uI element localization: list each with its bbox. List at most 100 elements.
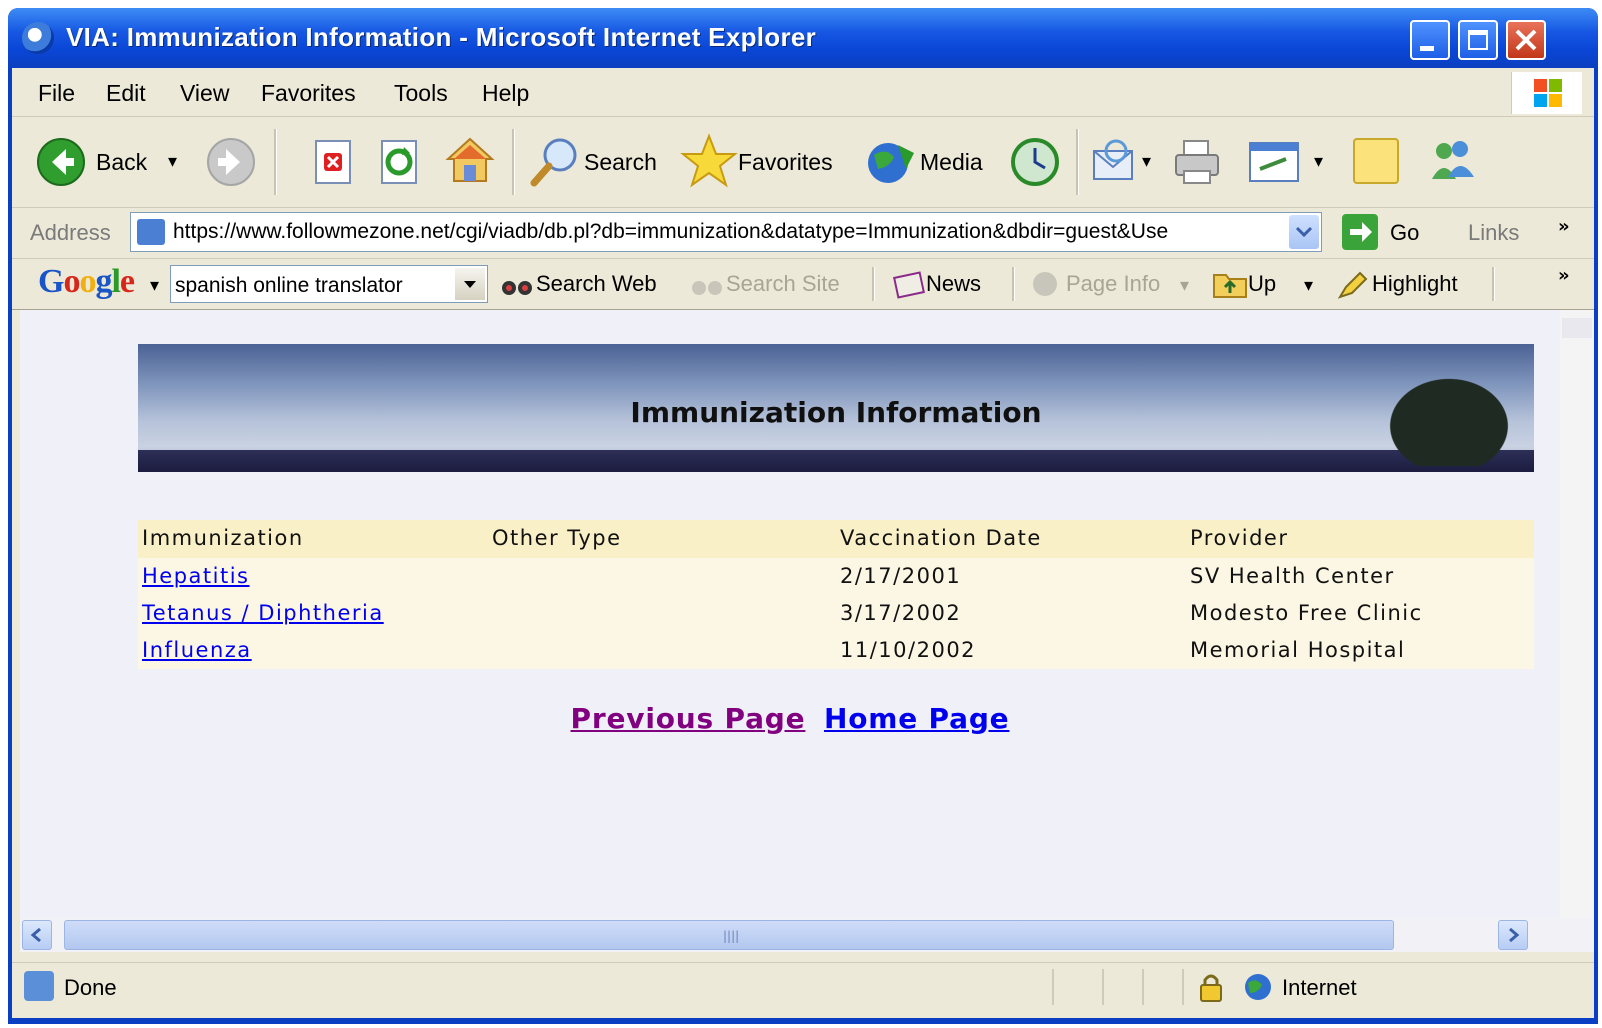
toolbar-separator <box>872 267 875 301</box>
go-arrow-icon[interactable] <box>1342 214 1378 250</box>
scroll-left-button[interactable] <box>22 920 52 950</box>
menu-tools[interactable]: Tools <box>394 80 448 107</box>
mail-icon[interactable] <box>1090 137 1140 187</box>
page-viewport: Immunization Information Immunization Ot… <box>20 310 1560 918</box>
immunization-link[interactable]: Tetanus / Diphtheria <box>142 601 384 625</box>
google-logo[interactable]: Google <box>38 263 135 301</box>
home-page-link[interactable]: Home Page <box>824 702 1009 735</box>
close-icon <box>1515 29 1537 51</box>
google-dropdown-icon[interactable]: ▾ <box>150 275 159 296</box>
page-nav-links: Previous Page Home Page <box>20 702 1560 735</box>
back-dropdown-icon[interactable]: ▾ <box>168 151 177 172</box>
search-site-button[interactable]: Search Site <box>726 271 840 297</box>
search-web-button[interactable]: Search Web <box>536 271 657 297</box>
mail-dropdown-icon[interactable]: ▾ <box>1142 151 1151 172</box>
links-button[interactable]: Links <box>1468 220 1519 246</box>
google-overflow-icon[interactable]: » <box>1558 265 1570 286</box>
title-bar[interactable]: VIA: Immunization Information - Microsof… <box>8 8 1598 68</box>
menu-help[interactable]: Help <box>482 80 529 107</box>
favorites-label[interactable]: Favorites <box>738 149 833 176</box>
provider-cell: Memorial Hospital <box>1190 638 1406 662</box>
edit-dropdown-icon[interactable]: ▾ <box>1314 151 1323 172</box>
browser-window: VIA: Immunization Information - Microsof… <box>8 8 1598 1024</box>
highlight-marker-icon <box>1337 271 1368 299</box>
table-row: Hepatitis 2/17/2001 SV Health Center <box>138 558 1534 595</box>
immunization-link[interactable]: Hepatitis <box>142 564 250 588</box>
menu-file[interactable]: File <box>38 80 75 107</box>
highlight-button[interactable]: Highlight <box>1372 271 1458 297</box>
status-bar: Done Internet <box>12 962 1594 1011</box>
table-row: Influenza 11/10/2002 Memorial Hospital <box>138 632 1534 669</box>
back-label[interactable]: Back <box>96 149 147 176</box>
internet-globe-icon <box>1245 974 1271 1000</box>
messenger-icon[interactable] <box>1426 135 1480 189</box>
scroll-up-button[interactable] <box>1562 318 1592 338</box>
address-input[interactable]: https://www.followmezone.net/cgi/viadb/d… <box>130 212 1322 252</box>
address-dropdown-icon[interactable] <box>1289 215 1319 249</box>
up-button[interactable]: Up <box>1248 271 1276 297</box>
back-arrow-icon[interactable] <box>36 137 86 187</box>
scroll-grip-icon: |||| <box>723 929 740 943</box>
scroll-thumb[interactable]: |||| <box>64 920 1394 950</box>
horizontal-scrollbar[interactable]: |||| <box>20 918 1594 952</box>
vaccination-date-cell: 3/17/2002 <box>840 601 962 625</box>
history-icon[interactable] <box>1008 135 1062 189</box>
google-query[interactable]: spanish online translator <box>175 274 403 298</box>
menu-edit[interactable]: Edit <box>106 80 146 107</box>
stop-icon[interactable] <box>312 139 356 185</box>
menu-view[interactable]: View <box>180 80 229 107</box>
search-icon[interactable] <box>528 135 582 189</box>
scroll-right-button[interactable] <box>1498 920 1528 950</box>
previous-page-link[interactable]: Previous Page <box>571 702 806 735</box>
google-search-dropdown-icon[interactable] <box>455 268 485 300</box>
standard-toolbar: Back ▾ Search Favorites Media ▾ ▾ <box>12 117 1594 208</box>
go-button[interactable]: Go <box>1390 220 1419 246</box>
toolbar-separator <box>512 129 515 195</box>
vertical-scrollbar[interactable] <box>1560 310 1594 918</box>
toolbar-separator <box>1492 267 1495 301</box>
close-button[interactable] <box>1506 20 1546 60</box>
google-search-input[interactable]: spanish online translator <box>170 265 488 303</box>
status-divider <box>1142 969 1144 1005</box>
immunization-link[interactable]: Influenza <box>142 638 252 662</box>
search-label[interactable]: Search <box>584 149 657 176</box>
media-label[interactable]: Media <box>920 149 983 176</box>
notes-icon[interactable] <box>1350 135 1402 187</box>
toolbar-separator <box>1012 267 1015 301</box>
up-folder-icon <box>1213 274 1247 298</box>
column-header-other-type: Other Type <box>492 526 622 550</box>
address-bar: Address https://www.followmezone.net/cgi… <box>12 208 1594 259</box>
address-label: Address <box>30 220 111 245</box>
windows-logo-icon <box>1511 72 1582 114</box>
home-icon[interactable] <box>444 135 496 187</box>
browser-chrome: File Edit View Favorites Tools Help Back… <box>12 68 1594 1018</box>
column-header-vaccination-date: Vaccination Date <box>840 526 1042 550</box>
banner-landscape <box>138 450 1534 472</box>
up-dropdown-icon[interactable]: ▾ <box>1304 275 1313 296</box>
print-icon[interactable] <box>1170 135 1224 189</box>
page-title: Immunization Information <box>630 396 1042 429</box>
news-button[interactable]: News <box>926 271 981 297</box>
status-divider <box>1052 969 1054 1005</box>
chevron-right-icon <box>1509 927 1520 943</box>
links-overflow-icon[interactable]: » <box>1558 216 1570 237</box>
toolbar-separator <box>274 129 277 195</box>
forward-arrow-icon[interactable] <box>206 137 256 187</box>
page-info-dropdown-icon[interactable]: ▾ <box>1180 275 1189 296</box>
page-info-button[interactable]: Page Info <box>1066 271 1160 297</box>
page-banner: Immunization Information <box>138 344 1534 472</box>
ie-icon <box>22 22 54 54</box>
vaccination-date-cell: 11/10/2002 <box>840 638 977 662</box>
google-toolbar: Google ▾ spanish online translator Searc… <box>12 259 1594 310</box>
maximize-button[interactable] <box>1458 20 1498 60</box>
media-globe-icon[interactable] <box>864 135 918 189</box>
favorites-star-icon[interactable] <box>680 133 738 189</box>
minimize-button[interactable] <box>1410 20 1450 60</box>
edit-icon[interactable] <box>1246 137 1302 187</box>
menu-favorites[interactable]: Favorites <box>261 80 356 107</box>
refresh-icon[interactable] <box>378 139 422 185</box>
address-url[interactable]: https://www.followmezone.net/cgi/viadb/d… <box>173 220 1263 244</box>
menu-bar: File Edit View Favorites Tools Help <box>12 68 1594 117</box>
table-row: Tetanus / Diphtheria 3/17/2002 Modesto F… <box>138 595 1534 632</box>
news-icon <box>893 271 925 299</box>
